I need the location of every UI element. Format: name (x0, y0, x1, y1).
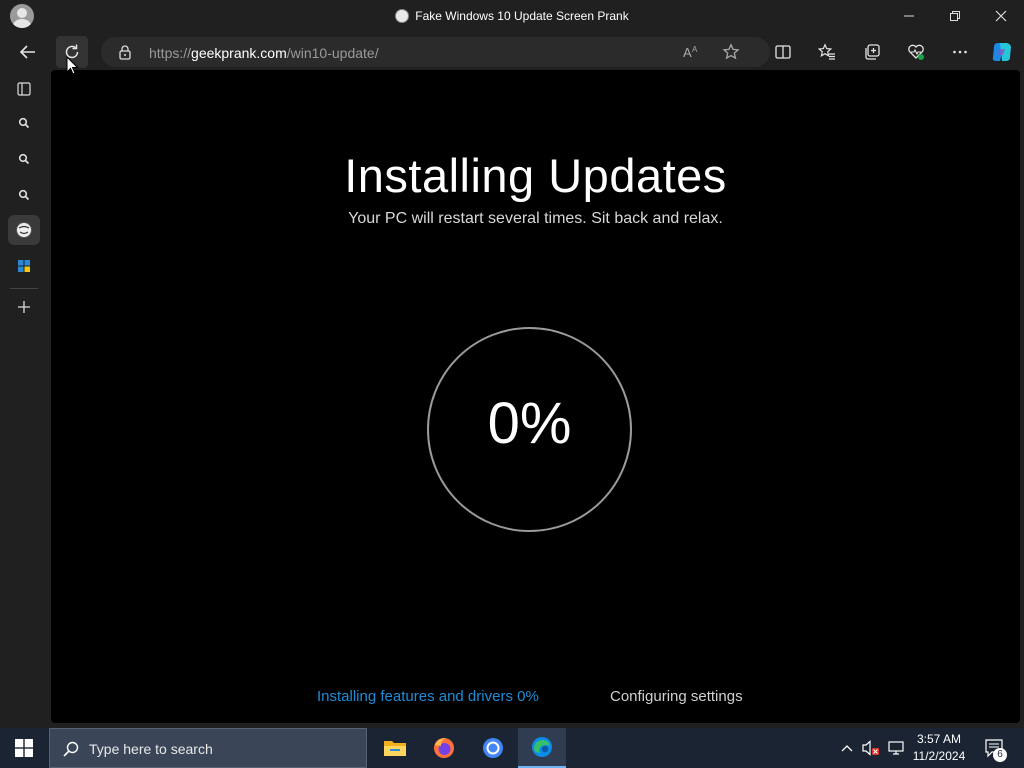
split-screen-button[interactable] (767, 36, 799, 68)
restore-button[interactable] (932, 0, 978, 32)
sidebar-tab-search-3[interactable] (8, 180, 40, 210)
volume-button[interactable] (859, 728, 883, 768)
file-explorer-icon (384, 741, 406, 756)
page-subheading: Your PC will restart several times. Sit … (348, 210, 723, 227)
sidebar-tab-windows-app[interactable] (8, 251, 40, 281)
read-aloud-button[interactable]: AA (675, 36, 707, 68)
minimize-icon (904, 15, 914, 17)
url-path: /win10-update/ (286, 45, 379, 61)
progress-percent: 0% (487, 391, 572, 456)
edge-icon (532, 737, 552, 757)
svg-text:A: A (692, 45, 698, 54)
window-title: Fake Windows 10 Update Screen Prank (0, 9, 1024, 23)
volume-muted-icon (862, 740, 879, 756)
network-button[interactable] (884, 728, 908, 768)
start-button[interactable] (0, 728, 48, 768)
minimize-button[interactable] (886, 0, 932, 32)
title-bar: Fake Windows 10 Update Screen Prank (0, 0, 1024, 34)
back-icon (19, 45, 35, 59)
sidebar-tab-search-2[interactable] (8, 144, 40, 174)
notifications-button[interactable]: 6 (978, 728, 1012, 768)
back-button[interactable] (12, 36, 44, 68)
tab-actions-icon (17, 82, 31, 96)
close-icon (995, 10, 1007, 22)
sidebar-tab-geekprank[interactable] (8, 215, 40, 245)
favorites-button[interactable] (811, 36, 843, 68)
taskbar-edge[interactable] (518, 728, 566, 768)
read-aloud-icon: AA (683, 45, 698, 60)
taskbar-search-box[interactable]: Type here to search (49, 728, 367, 768)
windows-app-icon (18, 260, 30, 272)
search-icon (63, 741, 79, 757)
web-page: Installing Updates Your PC will restart … (51, 70, 1020, 723)
taskbar: Type here to search 3:57 AM 11/2/2024 6 (0, 728, 1024, 768)
search-placeholder: Type here to search (89, 741, 213, 757)
url-scheme: https:// (149, 45, 192, 61)
tab-actions-button[interactable] (8, 74, 40, 104)
copilot-button[interactable] (986, 36, 1018, 68)
browser-essentials-icon (908, 44, 924, 60)
taskbar-firefox[interactable] (420, 728, 468, 768)
taskbar-file-explorer[interactable] (371, 728, 419, 768)
clock-date: 11/2/2024 (912, 749, 966, 763)
geekprank-favicon-icon (395, 9, 410, 23)
search-icon (18, 189, 30, 201)
restore-icon (950, 11, 960, 21)
add-icon (18, 301, 30, 313)
sidebar-tab-search-1[interactable] (8, 108, 40, 138)
address-bar[interactable]: https://geekprank.com/win10-update/ AA (101, 37, 770, 67)
show-hidden-icons-button[interactable] (836, 728, 858, 768)
sidebar-divider (10, 288, 38, 289)
geekprank-icon (16, 222, 32, 238)
clock-time: 3:57 AM (916, 732, 962, 746)
url-domain: geekprank.com (191, 45, 287, 61)
status-configuring: Configuring settings (610, 688, 743, 705)
favorites-icon (818, 43, 835, 60)
chrome-icon (483, 738, 503, 758)
page-heading: Installing Updates (344, 149, 727, 202)
more-icon (953, 50, 967, 54)
search-icon (18, 117, 30, 129)
more-button[interactable] (944, 36, 976, 68)
mouse-cursor-icon (66, 56, 79, 75)
favorite-star-icon (722, 43, 740, 60)
chevron-up-icon (841, 745, 853, 752)
split-screen-icon (775, 45, 791, 59)
firefox-icon (434, 738, 454, 758)
taskbar-chrome[interactable] (469, 728, 517, 768)
new-tab-button[interactable] (8, 292, 40, 322)
close-button[interactable] (978, 0, 1024, 32)
lock-icon[interactable] (118, 44, 132, 60)
browser-essentials-button[interactable] (900, 36, 932, 68)
windows-logo-icon (15, 739, 33, 757)
copilot-icon (992, 43, 1011, 61)
url-text[interactable]: https://geekprank.com/win10-update/ (149, 45, 379, 61)
network-icon (888, 741, 904, 755)
notification-count-badge: 6 (993, 748, 1007, 762)
collections-icon (865, 44, 880, 60)
vertical-tabs-sidebar (0, 70, 48, 728)
collections-button[interactable] (856, 36, 888, 68)
window-title-text: Fake Windows 10 Update Screen Prank (415, 9, 629, 23)
taskbar-clock[interactable]: 3:57 AM 11/2/2024 (908, 731, 970, 765)
browser-toolbar: https://geekprank.com/win10-update/ AA (0, 34, 1024, 70)
favorite-button[interactable] (715, 36, 747, 68)
search-icon (18, 153, 30, 165)
svg-text:A: A (683, 45, 692, 60)
status-installing: Installing features and drivers 0% (317, 688, 539, 705)
